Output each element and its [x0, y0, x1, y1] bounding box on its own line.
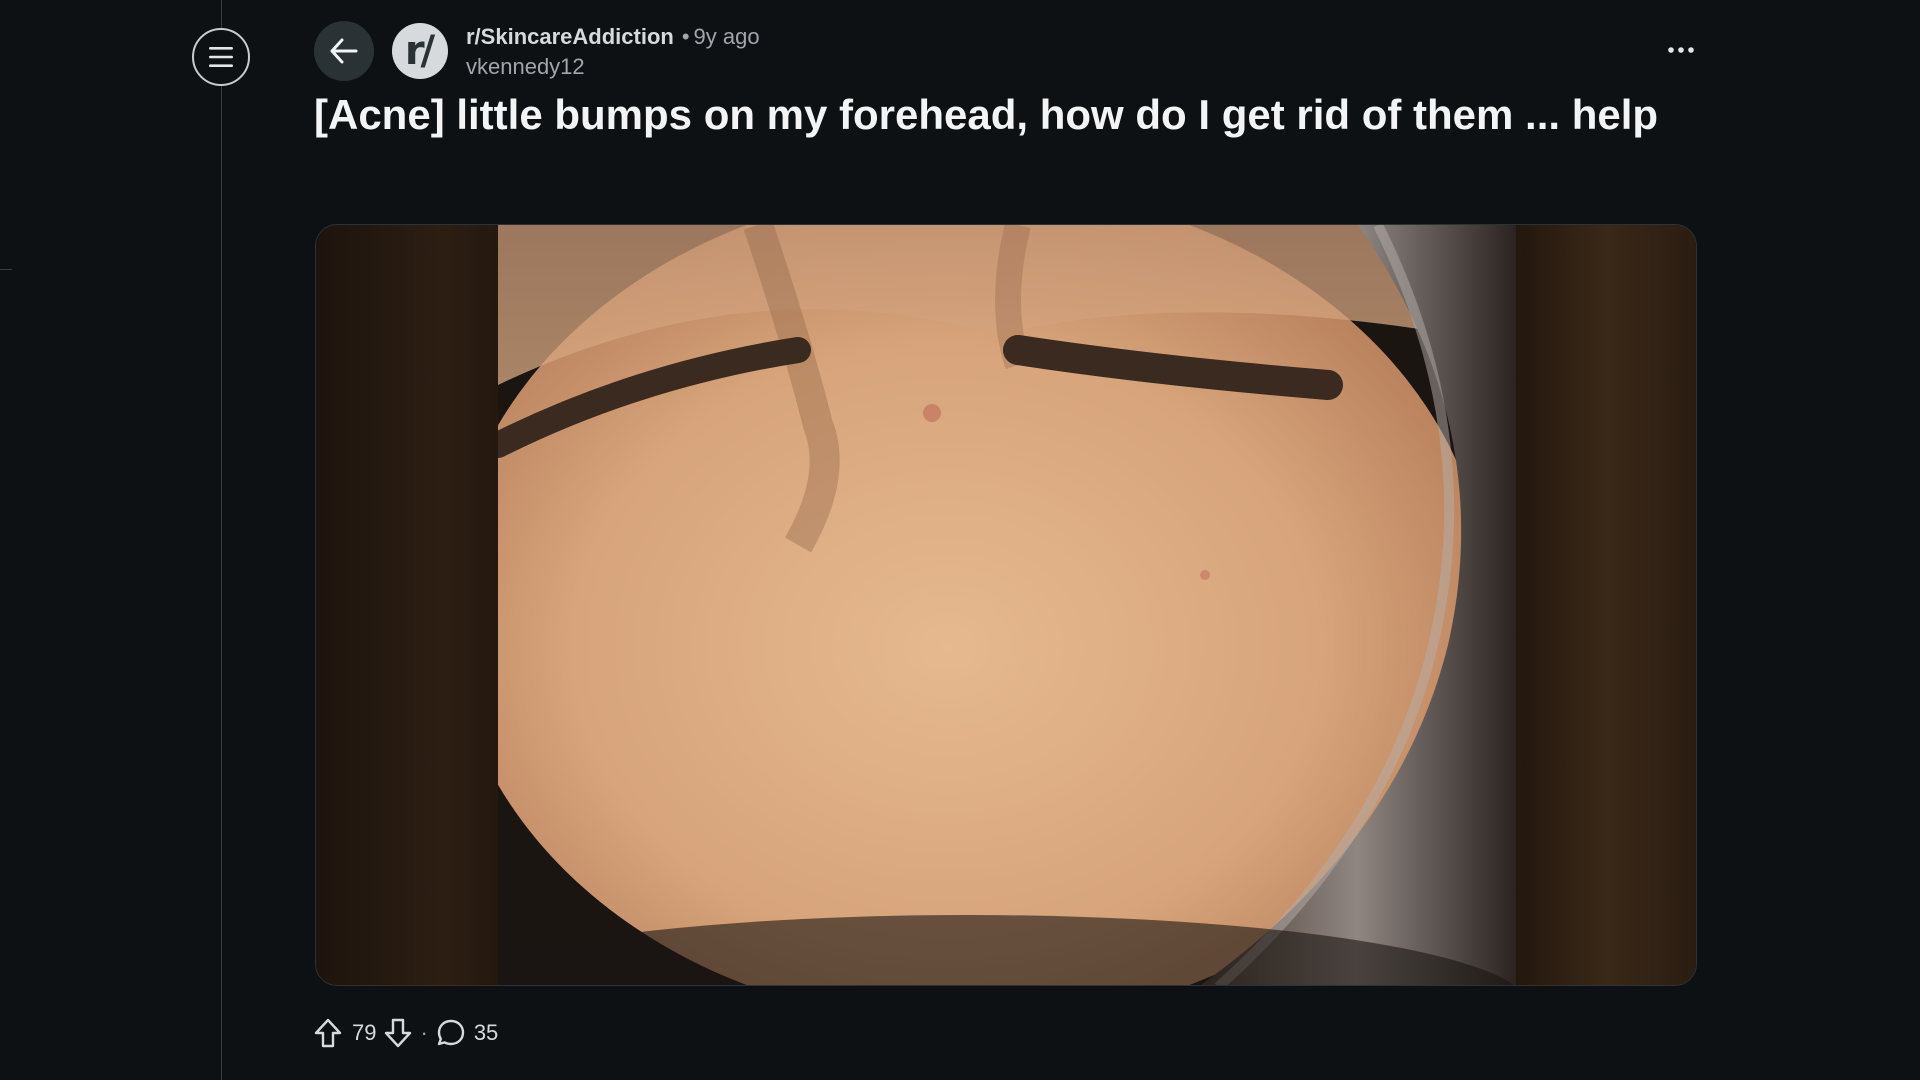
post-image[interactable]	[498, 225, 1516, 985]
vote-count: 79	[352, 1020, 377, 1045]
back-button[interactable]	[314, 21, 374, 81]
subreddit-link[interactable]: r/SkincareAddiction	[466, 24, 674, 49]
media-blur-left	[316, 225, 498, 985]
comment-count[interactable]: 35	[474, 1020, 498, 1046]
post-title[interactable]: [Acne] little bumps on my forehead, how …	[314, 88, 1714, 141]
face-closeup-photo	[498, 225, 1516, 985]
left-sidebar-rail	[0, 0, 222, 1080]
meta-separator: •	[681, 24, 690, 49]
more-options-button[interactable]	[1656, 30, 1706, 70]
rail-divider-tick	[0, 269, 12, 270]
post-author[interactable]: vkennedy12	[466, 52, 585, 82]
post-timestamp: 9y ago	[693, 24, 760, 49]
ellipsis-horizontal-icon	[1668, 47, 1694, 53]
hamburger-menu-icon	[209, 47, 233, 67]
downvote-button[interactable]	[384, 1018, 412, 1048]
arrow-down-outline-icon	[385, 1018, 412, 1048]
arrow-left-icon	[330, 38, 358, 64]
upvote-button[interactable]	[314, 1018, 342, 1048]
subreddit-avatar-logo: r/	[404, 28, 435, 74]
media-blur-right	[1514, 225, 1696, 985]
subreddit-avatar[interactable]: r/	[392, 23, 448, 79]
post-media[interactable]	[315, 224, 1697, 986]
post-action-bar: 79 · 35	[314, 1016, 498, 1050]
action-separator: ·	[420, 1020, 428, 1045]
post-meta: r/SkincareAddiction • 9y ago	[466, 22, 760, 52]
menu-button[interactable]	[192, 28, 250, 86]
speech-bubble-icon	[437, 1019, 465, 1046]
arrow-up-outline-icon	[314, 1018, 342, 1048]
comments-button[interactable]	[436, 1018, 466, 1048]
